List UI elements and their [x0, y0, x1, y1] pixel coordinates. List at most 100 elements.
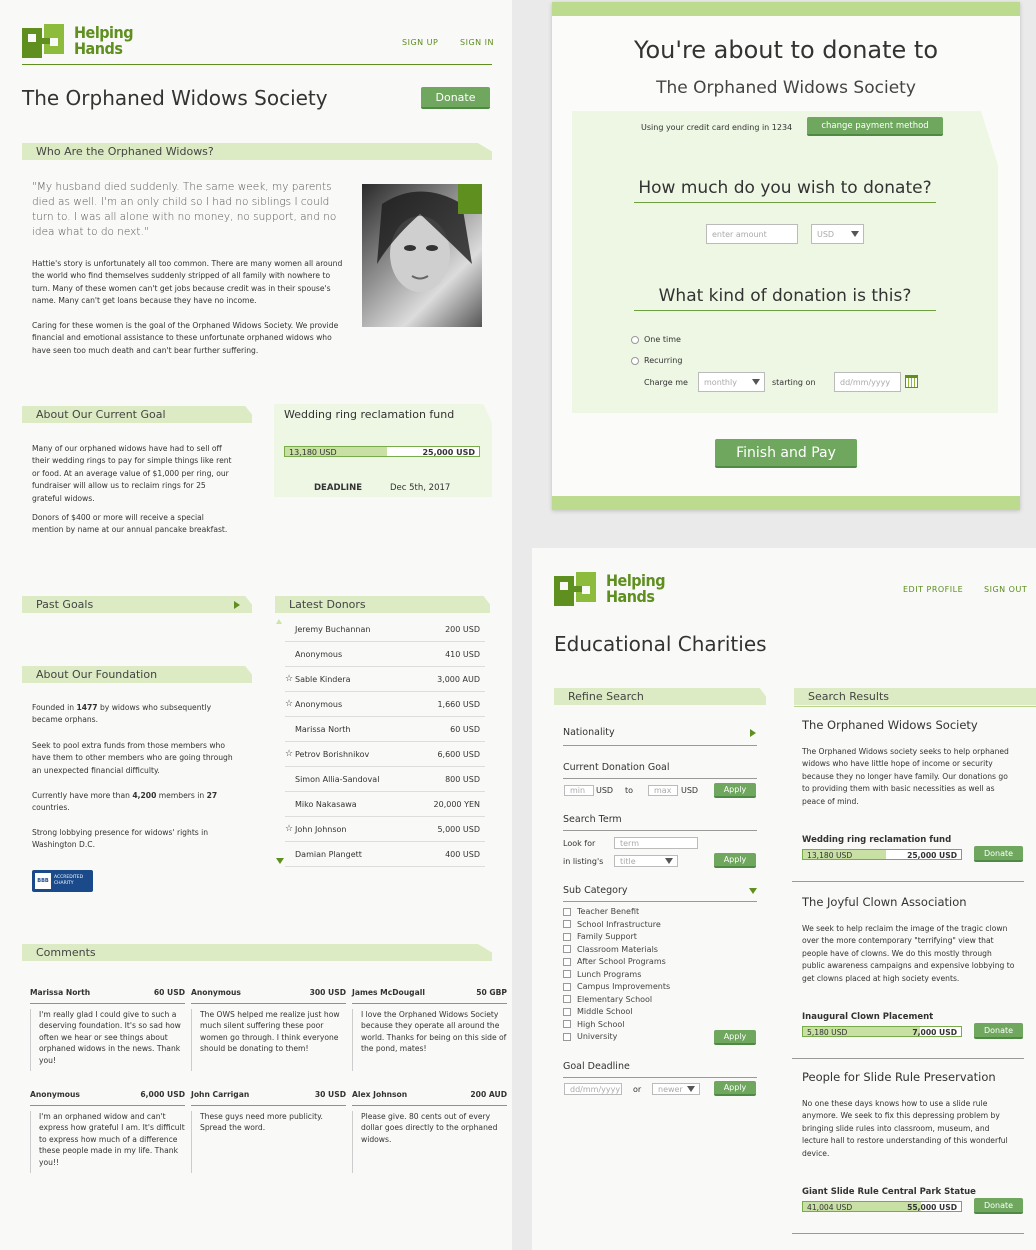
- checkbox[interactable]: [563, 932, 571, 941]
- checkbox[interactable]: [563, 957, 571, 966]
- intro-paragraph-2: Caring for these women is the goal of th…: [32, 321, 339, 355]
- recurring-label: Recurring: [644, 356, 683, 365]
- change-payment-button[interactable]: change payment method: [807, 117, 943, 136]
- donor-row: ☆ John Johnson 5,000 USD: [285, 817, 485, 842]
- foundation-para-4: Strong lobbying presence for widows' rig…: [32, 828, 209, 850]
- usd-label: USD: [681, 786, 699, 795]
- checkbox[interactable]: [563, 1020, 571, 1028]
- max-goal-input[interactable]: max: [648, 785, 678, 796]
- result-donate-button[interactable]: Donate: [974, 846, 1023, 862]
- newer-value: newer: [658, 1084, 683, 1094]
- category-label: Lunch Programs: [577, 969, 642, 979]
- recurring-radio[interactable]: [631, 357, 639, 365]
- result-description: We seek to help reclaim the image of the…: [802, 924, 1015, 983]
- dialog-top-bar: [552, 2, 1020, 16]
- donor-amount: 6,600 USD: [437, 749, 480, 759]
- category-label: University: [577, 1032, 618, 1041]
- expand-arrow-icon[interactable]: [234, 601, 240, 609]
- category-option[interactable]: High School: [563, 1019, 713, 1032]
- finish-and-pay-button[interactable]: Finish and Pay: [715, 439, 857, 468]
- chevron-down-icon[interactable]: [749, 888, 757, 894]
- calendar-icon[interactable]: [905, 375, 918, 388]
- expand-arrow-icon[interactable]: [750, 729, 756, 737]
- category-option[interactable]: After School Programs: [563, 956, 713, 969]
- checkbox[interactable]: [563, 1032, 571, 1041]
- category-option[interactable]: Lunch Programs: [563, 969, 713, 982]
- checkbox[interactable]: [563, 1007, 571, 1016]
- question-underline-1: [634, 202, 936, 203]
- helping-hands-logo[interactable]: Helping Hands: [22, 24, 134, 58]
- sign-out-link[interactable]: SIGN OUT: [984, 585, 1027, 594]
- category-option[interactable]: Campus Improvements: [563, 981, 713, 994]
- category-option[interactable]: University: [563, 1031, 713, 1044]
- category-option[interactable]: Family Support: [563, 931, 713, 944]
- scroll-up-icon[interactable]: [276, 619, 282, 624]
- helping-hands-logo[interactable]: Helping Hands: [554, 572, 666, 606]
- category-option[interactable]: Elementary School: [563, 994, 713, 1007]
- amount-input[interactable]: enter amount: [706, 224, 798, 244]
- sign-up-link[interactable]: SIGN UP: [402, 38, 438, 47]
- newer-select[interactable]: newer: [652, 1083, 700, 1095]
- who-header-text: Who Are the Orphaned Widows?: [36, 145, 214, 158]
- listing-field-select[interactable]: title: [614, 855, 678, 867]
- checkbox[interactable]: [563, 995, 571, 1003]
- starting-on-label: starting on: [772, 378, 816, 387]
- apply-category-button[interactable]: Apply: [714, 1030, 756, 1045]
- category-option[interactable]: School Infrastructure: [563, 919, 713, 932]
- one-time-label: One time: [644, 335, 681, 344]
- one-time-radio[interactable]: [631, 336, 639, 344]
- donor-name: Anonymous: [295, 649, 343, 659]
- donation-type-question: What kind of donation is this?: [658, 286, 912, 306]
- category-option[interactable]: Classroom Materials: [563, 944, 713, 957]
- checkbox[interactable]: [563, 920, 571, 928]
- sub-category-label[interactable]: Sub Category: [563, 885, 628, 896]
- result-donate-button[interactable]: Donate: [974, 1198, 1023, 1214]
- deadline-date-input[interactable]: dd/mm/yyyy: [564, 1083, 622, 1095]
- scroll-down-icon[interactable]: [276, 858, 284, 864]
- currency-select[interactable]: USD: [811, 224, 864, 244]
- comment-amount: 200 AUD: [470, 1090, 507, 1099]
- start-date-input[interactable]: dd/mm/yyyy: [834, 372, 901, 392]
- sign-in-link[interactable]: SIGN IN: [460, 38, 494, 47]
- edit-profile-link[interactable]: EDIT PROFILE: [903, 585, 963, 594]
- checkbox[interactable]: [563, 982, 571, 991]
- look-for-label: Look for: [563, 839, 596, 848]
- checkbox[interactable]: [563, 945, 571, 953]
- comment-card: James McDougall 50 GBP I love the Orphaned…: [352, 987, 507, 1071]
- star-icon: ☆: [285, 674, 294, 684]
- category-option[interactable]: Middle School: [563, 1006, 713, 1019]
- result-description: The Orphaned Widows society seeks to hel…: [802, 747, 1009, 806]
- result-title[interactable]: People for Slide Rule Preservation: [802, 1070, 996, 1084]
- donor-name: John Johnson: [295, 824, 347, 834]
- nationality-filter[interactable]: Nationality: [563, 727, 615, 738]
- star-icon: ☆: [285, 749, 294, 759]
- category-label: Family Support: [577, 932, 637, 941]
- apply-term-button[interactable]: Apply: [714, 853, 756, 868]
- past-goals-text: Past Goals: [36, 598, 94, 611]
- donate-button[interactable]: Donate: [421, 87, 490, 109]
- result-title[interactable]: The Joyful Clown Association: [802, 895, 967, 909]
- result-raised: 41,004 USD: [807, 1203, 853, 1212]
- charge-me-label: Charge me: [644, 378, 688, 387]
- min-goal-input[interactable]: min: [564, 785, 594, 796]
- apply-goal-button[interactable]: Apply: [714, 783, 756, 798]
- checkbox[interactable]: [563, 970, 571, 978]
- comment-card: Alex Johnson 200 AUD Please give. 80 cents…: [352, 1089, 507, 1173]
- header-divider: [22, 64, 492, 65]
- charity-page-panel: Helping Hands SIGN UP SIGN IN The Orphane…: [0, 0, 512, 1250]
- category-option[interactable]: Teacher Benefit: [563, 906, 713, 919]
- apply-deadline-button[interactable]: Apply: [714, 1081, 756, 1096]
- search-results-text: Search Results: [808, 690, 890, 703]
- comment-author: James McDougall: [352, 988, 425, 997]
- frequency-select[interactable]: monthly: [698, 372, 765, 392]
- checkbox[interactable]: [563, 907, 571, 916]
- past-goals-header[interactable]: Past Goals: [22, 596, 252, 613]
- result-title[interactable]: The Orphaned Widows Society: [802, 718, 978, 732]
- current-goal-header-text: About Our Current Goal: [36, 408, 166, 421]
- donation-dialog: You're about to donate to The Orphaned W…: [552, 2, 1020, 510]
- term-input[interactable]: term: [614, 837, 698, 849]
- category-label: Middle School: [577, 1007, 633, 1016]
- foundation-para-2: Seek to pool extra funds from those memb…: [32, 741, 233, 775]
- result-donate-button[interactable]: Donate: [974, 1023, 1023, 1039]
- fund-goal: 25,000 USD: [422, 448, 475, 457]
